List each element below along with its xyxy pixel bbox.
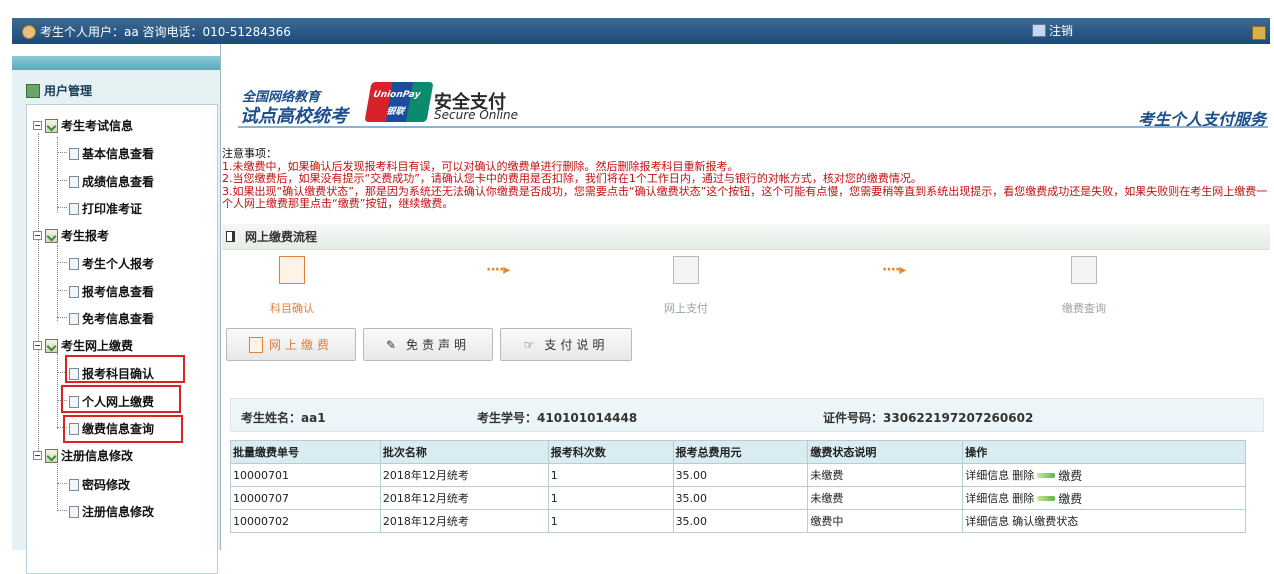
- flow-step-query: 缴费查询: [1054, 256, 1114, 316]
- payment-icon: [248, 336, 263, 353]
- folder-icon: [45, 228, 58, 243]
- payment-document-icon: [673, 256, 699, 284]
- details-link[interactable]: 详细信息: [965, 467, 1009, 483]
- sidebar-item-exempt-info[interactable]: 免考信息查看: [69, 310, 154, 327]
- sidebar-item-admission-ticket[interactable]: 打印准考证: [69, 200, 142, 217]
- logout-label: 注销: [1049, 24, 1074, 38]
- table-header-row: 批量缴费单号 批次名称 报考科次数 报考总费用元 缴费状态说明 操作: [230, 440, 1246, 464]
- document-icon: [69, 175, 79, 188]
- delete-link[interactable]: 删除: [1012, 467, 1034, 483]
- sidebar-item-scores[interactable]: 成绩信息查看: [69, 173, 154, 190]
- logout-link[interactable]: 注销: [1032, 22, 1073, 39]
- book-icon: [226, 231, 235, 242]
- table-row: 10000702 2018年12月统考 1 35.00 缴费中 详细信息 确认缴…: [230, 509, 1246, 533]
- student-id: 考生学号：410101014448: [477, 411, 638, 425]
- secure-online-subtitle: Secure Online: [434, 108, 519, 122]
- user-icon: [22, 24, 36, 39]
- delete-link[interactable]: 删除: [1012, 490, 1034, 506]
- brand-line2: 试点高校统考: [240, 106, 348, 127]
- sidebar: 用户管理 − 考生考试信息 基本信息查看 成绩信息查看 打印准考证 − 考生报考…: [12, 44, 221, 574]
- flow-arrow-icon: ····▸: [486, 262, 510, 278]
- brand-divider: [238, 126, 1268, 128]
- notice-section: 注意事项： 1.未缴费中，如果确认后发现报考科目有误，可以对确认的缴费单进行删除…: [222, 147, 1270, 211]
- flow-step-pay: 网上支付: [656, 256, 716, 316]
- sidebar-item-basic-info[interactable]: 基本信息查看: [69, 145, 154, 162]
- unionpay-logo: UnionPay 银联: [364, 82, 434, 122]
- highlight-box: [61, 385, 181, 413]
- column-header: 报考科次数: [547, 440, 674, 464]
- certificate-number: 证件号码：330622197207260602: [823, 411, 1034, 425]
- column-header: 缴费状态说明: [807, 440, 964, 464]
- tree-group-account-edit[interactable]: − 注册信息修改: [33, 447, 133, 464]
- user-management-icon: [26, 83, 40, 98]
- student-name: 考生姓名：aa1: [241, 411, 326, 425]
- logout-icon: [1032, 24, 1046, 37]
- column-header: 报考总费用元: [672, 440, 809, 464]
- payment-table: 批量缴费单号 批次名称 报考科次数 报考总费用元 缴费状态说明 操作 10000…: [230, 440, 1246, 533]
- document-icon: [69, 478, 79, 491]
- flow-arrow-icon: ····▸: [882, 262, 906, 278]
- collapse-icon[interactable]: −: [33, 121, 42, 130]
- nav-tree: − 考生考试信息 基本信息查看 成绩信息查看 打印准考证 − 考生报考 考生个人…: [26, 104, 218, 574]
- search-document-icon: [1071, 256, 1097, 284]
- pointing-hand-icon: ☞: [523, 337, 539, 352]
- column-header: 批次名称: [379, 440, 549, 464]
- folder-icon: [45, 118, 58, 133]
- document-icon: [69, 202, 79, 215]
- user-info-text: 考生个人用户：aa 咨询电话：010-51284366: [40, 25, 291, 39]
- table-row: 10000701 2018年12月统考 1 35.00 未缴费 详细信息 删除 …: [230, 463, 1246, 487]
- notice-item: 3.如果出现“确认缴费状态”，那是因为系统还无法确认你缴费是否成功，您需要点击“…: [222, 184, 1268, 210]
- document-icon: [69, 257, 79, 270]
- tree-group-registration[interactable]: − 考生报考: [33, 227, 109, 244]
- sidebar-item-password[interactable]: 密码修改: [69, 476, 130, 493]
- student-info-bar: 考生姓名：aa1 考生学号：410101014448 证件号码：33062219…: [230, 398, 1264, 432]
- collapse-icon[interactable]: −: [33, 451, 42, 460]
- document-icon: [69, 505, 79, 518]
- collapse-icon[interactable]: −: [33, 231, 42, 240]
- notice-item: 2.当您缴费后，如果没有提示“交费成功”，请确认您卡中的费用是否扣除，我们将在1…: [222, 172, 922, 185]
- tree-group-exam-info[interactable]: − 考生考试信息: [33, 117, 133, 134]
- corner-icon[interactable]: [1252, 26, 1266, 40]
- green-arrow-icon: [1037, 495, 1056, 501]
- folder-icon: [45, 448, 58, 463]
- notice-heading: 注意事项：: [222, 147, 277, 160]
- green-arrow-icon: [1037, 472, 1056, 478]
- highlight-box: [65, 355, 185, 383]
- details-link[interactable]: 详细信息: [965, 513, 1009, 529]
- header-bar: 考生个人用户：aa 咨询电话：010-51284366 注销: [12, 18, 1270, 44]
- table-row: 10000707 2018年12月统考 1 35.00 未缴费 详细信息 删除 …: [230, 486, 1246, 510]
- pay-link[interactable]: 缴费: [1058, 467, 1082, 484]
- pay-link[interactable]: 缴费: [1058, 490, 1082, 507]
- column-header: 批量缴费单号: [230, 440, 381, 464]
- sidebar-item-register-info[interactable]: 报考信息查看: [69, 283, 154, 300]
- sidebar-title: 用户管理: [26, 82, 92, 99]
- main-content: 全国网络教育 试点高校统考 UnionPay 银联 安全支付 Secure On…: [222, 44, 1270, 550]
- sidebar-item-personal-register[interactable]: 考生个人报考: [69, 255, 154, 272]
- sidebar-accent-bar: [12, 56, 220, 70]
- payment-instructions-button[interactable]: ☞ 支付说明: [500, 328, 632, 361]
- highlight-box: [63, 415, 183, 443]
- collapse-icon[interactable]: −: [33, 341, 42, 350]
- online-pay-button[interactable]: 网上缴费: [226, 328, 356, 361]
- edit-document-icon: [279, 256, 305, 284]
- user-info: 考生个人用户：aa 咨询电话：010-51284366: [22, 23, 291, 40]
- sidebar-item-account-info[interactable]: 注册信息修改: [69, 503, 154, 520]
- flow-step-confirm: 科目确认: [262, 256, 322, 316]
- confirm-status-link[interactable]: 确认缴费状态: [1012, 513, 1078, 529]
- top-strip: [0, 0, 1274, 18]
- document-icon: [69, 312, 79, 325]
- tree-group-online-payment[interactable]: − 考生网上缴费: [33, 337, 133, 354]
- document-icon: [69, 285, 79, 298]
- column-header: 操作: [962, 440, 1246, 464]
- pencil-icon: ✎: [385, 337, 401, 352]
- folder-icon: [45, 338, 58, 353]
- disclaimer-button[interactable]: ✎ 免责声明: [363, 328, 493, 361]
- flow-header: 网上缴费流程: [222, 224, 1270, 250]
- document-icon: [69, 147, 79, 160]
- details-link[interactable]: 详细信息: [965, 490, 1009, 506]
